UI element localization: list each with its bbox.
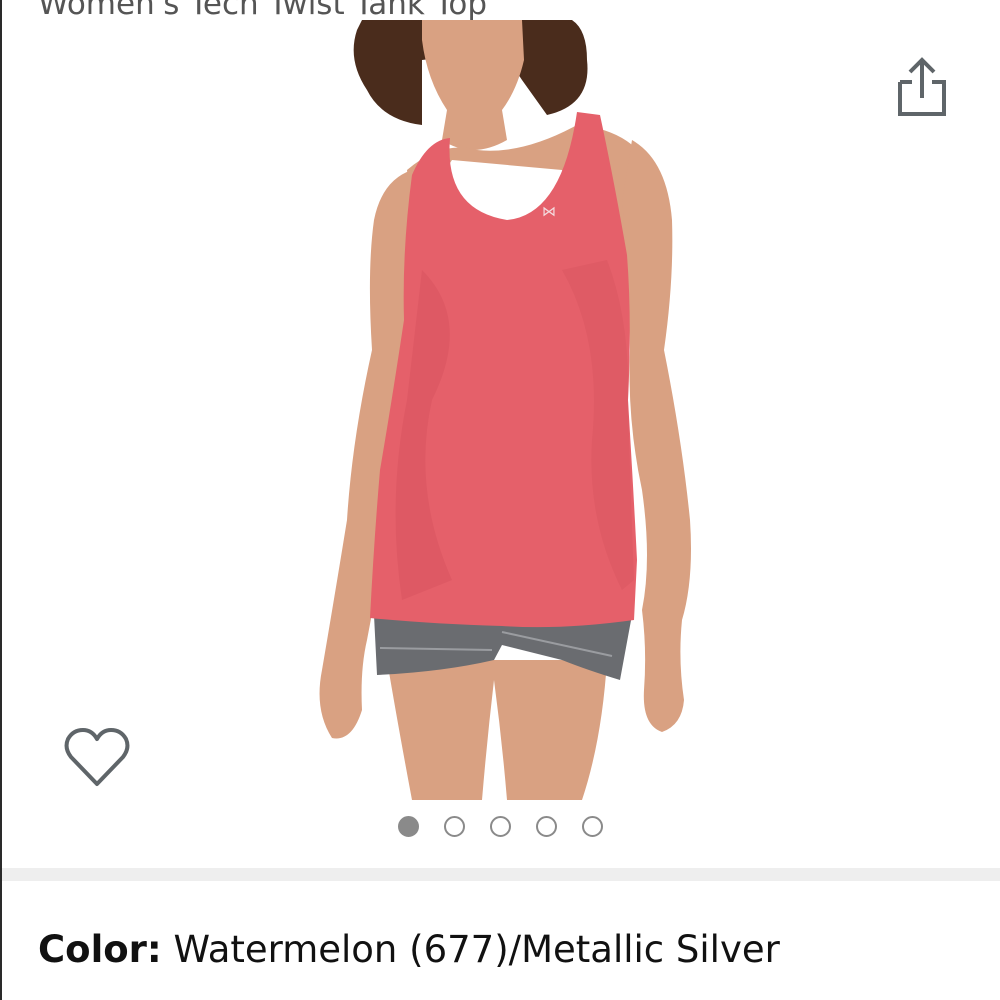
product-title: Women's Tech Twist Tank Top <box>38 0 488 22</box>
pager-dot-1[interactable] <box>397 816 419 837</box>
share-button[interactable] <box>894 56 950 120</box>
model-legs <box>387 660 607 800</box>
share-icon <box>898 57 946 116</box>
section-divider <box>2 868 1000 881</box>
pager-dot-4[interactable] <box>535 816 557 837</box>
model-right-arm <box>622 140 691 732</box>
pager-dot-2[interactable] <box>443 816 465 837</box>
image-pager <box>0 816 1000 844</box>
product-image-gallery[interactable]: ⋈ <box>2 20 1000 800</box>
wishlist-button[interactable] <box>62 726 132 790</box>
pager-dot-5[interactable] <box>581 816 603 837</box>
color-label: Color: <box>38 928 162 971</box>
tank-logo-mark: ⋈ <box>542 204 556 220</box>
pager-dot-3[interactable] <box>489 816 511 837</box>
product-photo[interactable]: ⋈ <box>2 20 1000 800</box>
selected-color: Color: Watermelon (677)/Metallic Silver <box>38 928 780 971</box>
color-value: Watermelon (677)/Metallic Silver <box>173 928 780 971</box>
heart-outline-icon <box>64 728 130 786</box>
model-face <box>422 20 524 150</box>
